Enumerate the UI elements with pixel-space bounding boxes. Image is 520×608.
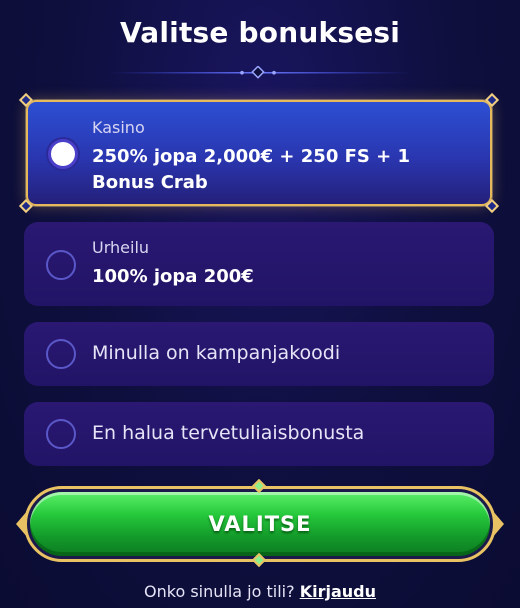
bonus-option-no-bonus[interactable]: En halua tervetuliaisbonusta: [24, 402, 494, 466]
page-title: Valitse bonuksesi: [119, 16, 401, 49]
bonus-selection-screen: Valitse bonuksesi Kasino 250% jopa 2,000…: [0, 0, 520, 608]
radio-button[interactable]: [46, 339, 76, 369]
login-prompt: Onko sinulla jo tili? Kirjaudu: [0, 582, 520, 601]
option-label: En halua tervetuliaisbonusta: [92, 422, 365, 444]
select-button[interactable]: VALITSE: [30, 492, 490, 556]
login-link[interactable]: Kirjaudu: [300, 582, 376, 601]
radio-button[interactable]: [46, 250, 76, 280]
bonus-option-casino[interactable]: Kasino 250% jopa 2,000€ + 250 FS + 1 Bon…: [18, 92, 500, 214]
option-label: Minulla on kampanjakoodi: [92, 342, 341, 364]
corner-ornament: [484, 198, 500, 214]
corner-ornament: [18, 198, 34, 214]
option-category: Kasino: [92, 118, 145, 137]
login-question: Onko sinulla jo tili?: [144, 582, 295, 601]
option-label: 250% jopa 2,000€ + 250 FS + 1 Bonus Crab: [92, 146, 411, 193]
corner-ornament: [484, 92, 500, 108]
radio-button[interactable]: [46, 419, 76, 449]
corner-ornament: [18, 92, 34, 108]
option-category: Urheilu: [92, 238, 150, 257]
bonus-option-sports[interactable]: Urheilu 100% jopa 200€: [24, 222, 494, 306]
radio-button-selected[interactable]: [48, 139, 78, 169]
ornament-divider: [110, 66, 410, 79]
option-label: 100% jopa 200€: [92, 266, 254, 287]
cta-container: VALITSE: [16, 478, 504, 568]
bonus-option-promo-code[interactable]: Minulla on kampanjakoodi: [24, 322, 494, 386]
